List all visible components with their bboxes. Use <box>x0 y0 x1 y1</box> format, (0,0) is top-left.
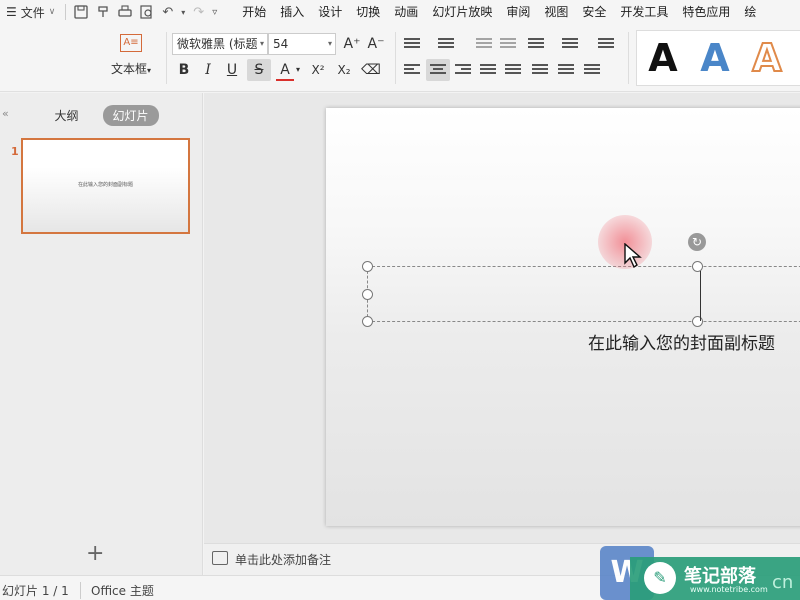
underline-button[interactable]: U <box>222 59 242 81</box>
text-caret <box>700 271 701 321</box>
clear-format-icon[interactable]: ⌫ <box>360 59 382 81</box>
font-size-value: 54 <box>273 37 289 51</box>
subscript-button[interactable]: X₂ <box>333 59 355 81</box>
resize-handle[interactable] <box>362 261 373 272</box>
slide-thumbnail[interactable]: 在此输入您的封面副标题 <box>21 138 190 234</box>
tab-features[interactable]: 特色应用 <box>675 0 737 24</box>
slide-number: 1 <box>11 145 19 158</box>
bold-button[interactable]: B <box>174 59 194 81</box>
tab-slides[interactable]: 幻灯片 <box>102 105 159 126</box>
panel-tabs: 大纲 幻灯片 <box>0 105 203 126</box>
notes-icon <box>212 551 228 565</box>
tab-animation[interactable]: 动画 <box>387 0 425 24</box>
print-preview-icon[interactable] <box>140 5 154 19</box>
tab-review[interactable]: 审阅 <box>499 0 537 24</box>
theme-name[interactable]: Office 主题 <box>80 582 154 599</box>
column-spacing-icon[interactable] <box>584 64 600 76</box>
add-slide-button[interactable]: + <box>86 541 104 566</box>
watermark-suffix: cn <box>772 572 794 593</box>
chevron-down-icon[interactable]: ▾ <box>294 59 302 81</box>
tab-insert[interactable]: 插入 <box>273 0 311 24</box>
textbox-label: 文本框 <box>110 62 147 76</box>
hamburger-icon: ☰ <box>6 5 17 19</box>
menu-bar: ☰ 文件 ∨ ↶ ▾ ↷ ▿ 开始 插入 设计 切换 动画 幻灯片放映 审阅 视… <box>0 0 800 24</box>
increase-indent-icon[interactable] <box>500 38 516 50</box>
divider <box>65 4 67 20</box>
watermark-url: www.notetribe.com <box>690 585 768 594</box>
undo-icon[interactable]: ↶ <box>162 5 173 20</box>
redo-icon[interactable]: ↷ <box>193 5 204 20</box>
numbered-list-icon[interactable] <box>438 38 454 50</box>
distribute-icon[interactable] <box>505 64 521 76</box>
line-spacing-icon[interactable] <box>598 38 614 50</box>
quick-access-toolbar: ↶ ▾ ↷ ▿ <box>70 5 221 20</box>
wordart-style-orange[interactable]: A <box>738 32 796 84</box>
tab-outline[interactable]: 大纲 <box>44 105 88 126</box>
format-painter-icon[interactable] <box>96 5 110 19</box>
file-menu[interactable]: ☰ 文件 ∨ <box>0 0 61 24</box>
ribbon-tabs: 开始 插入 设计 切换 动画 幻灯片放映 审阅 视图 安全 开发工具 特色应用 … <box>235 0 763 24</box>
grow-font-button[interactable]: A⁺ <box>342 33 362 55</box>
divider <box>166 32 167 84</box>
tab-slideshow[interactable]: 幻灯片放映 <box>425 0 499 24</box>
align-left-icon[interactable] <box>404 64 420 76</box>
tab-draw[interactable]: 绘 <box>737 0 763 24</box>
font-name-select[interactable]: 微软雅黑 (标题 ▾ <box>172 33 268 55</box>
strikethrough-button[interactable]: S <box>247 59 271 81</box>
superscript-button[interactable]: X² <box>307 59 329 81</box>
textbox-icon: A≡ <box>120 34 142 52</box>
rotate-handle-icon[interactable]: ↻ <box>688 233 706 251</box>
resize-handle[interactable] <box>362 289 373 300</box>
ribbon: A≡ 文本框▾ 微软雅黑 (标题 ▾ 54 ▾ A⁺ A⁻ B I U S A … <box>0 24 800 92</box>
slide-count: 幻灯片 1 / 1 <box>2 584 69 598</box>
slides-panel: « 大纲 幻灯片 1 在此输入您的封面副标题 + <box>0 93 203 575</box>
align-text-icon[interactable] <box>562 38 578 50</box>
tab-home[interactable]: 开始 <box>235 0 273 24</box>
justify-icon[interactable] <box>480 64 496 76</box>
thumbnail-text: 在此输入您的封面副标题 <box>77 182 133 188</box>
wordart-style-black[interactable]: A <box>634 32 692 84</box>
tab-transition[interactable]: 切换 <box>349 0 387 24</box>
font-size-select[interactable]: 54 ▾ <box>268 33 336 55</box>
bullet-list-icon[interactable] <box>404 38 420 50</box>
divider <box>628 32 629 84</box>
font-color-button[interactable]: A <box>276 59 294 81</box>
slide-subtitle[interactable]: 在此输入您的封面副标题 <box>588 329 775 354</box>
chevron-down-icon: ▾ <box>147 66 152 75</box>
align-center-icon[interactable] <box>430 64 446 76</box>
wordart-style-blue[interactable]: A <box>686 32 744 84</box>
text-direction-icon[interactable] <box>528 38 544 50</box>
mouse-pointer-icon <box>624 243 642 269</box>
chevron-down-icon: ▾ <box>259 39 264 48</box>
tab-view[interactable]: 视图 <box>537 0 575 24</box>
align-right-icon[interactable] <box>455 64 471 76</box>
notes-placeholder[interactable]: 单击此处添加备注 <box>235 551 331 568</box>
title-placeholder[interactable] <box>367 266 800 322</box>
print-icon[interactable] <box>118 5 133 19</box>
chevron-down-icon: ▾ <box>327 39 332 48</box>
divider <box>395 32 396 84</box>
textbox-button[interactable]: A≡ 文本框▾ <box>104 34 158 77</box>
save-icon[interactable] <box>74 5 89 19</box>
resize-handle[interactable] <box>362 316 373 327</box>
italic-button[interactable]: I <box>198 59 218 81</box>
pen-icon: ✎ <box>644 562 676 594</box>
paragraph-spacing-icon[interactable] <box>558 64 574 76</box>
shrink-font-button[interactable]: A⁻ <box>366 33 386 55</box>
resize-handle[interactable] <box>692 261 703 272</box>
undo-dropdown-icon[interactable]: ▾ <box>181 8 185 17</box>
font-name-value: 微软雅黑 (标题 <box>177 37 258 51</box>
chevron-down-icon: ∨ <box>48 7 56 17</box>
tab-design[interactable]: 设计 <box>311 0 349 24</box>
resize-handle[interactable] <box>692 316 703 327</box>
file-menu-label: 文件 <box>20 5 45 20</box>
tab-security[interactable]: 安全 <box>575 0 613 24</box>
customize-icon[interactable]: ▿ <box>212 7 217 18</box>
tab-developer[interactable]: 开发工具 <box>613 0 675 24</box>
slide-editor: ↻ 在此输入您的封面副标题 <box>204 93 800 543</box>
decrease-indent-icon[interactable] <box>476 38 492 50</box>
line-spacing-icon[interactable] <box>532 64 548 76</box>
